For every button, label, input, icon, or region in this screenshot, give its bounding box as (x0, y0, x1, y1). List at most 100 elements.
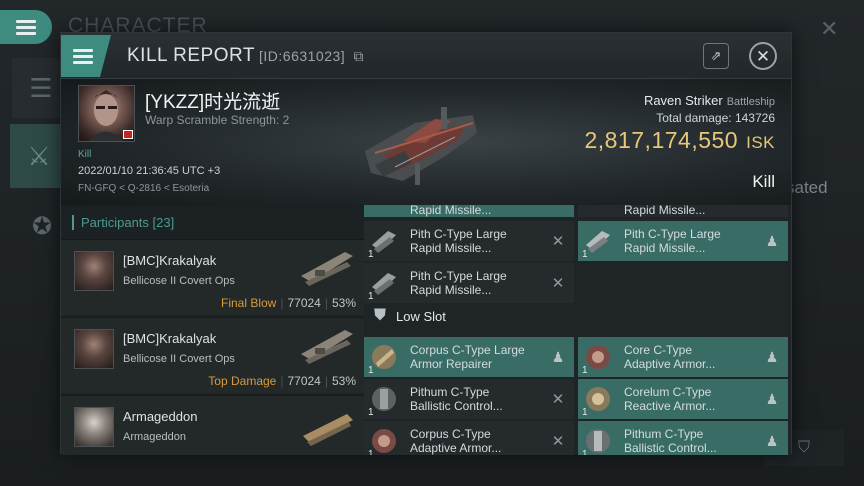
participant-percent: 53% (331, 296, 356, 310)
module-cell[interactable]: 1 Pithum C-Type Ballistic Control... ♟ (578, 421, 788, 455)
weapon-icon (303, 414, 353, 446)
module-cell[interactable]: 1 Corpus C-Type Large Armor Repairer ♟ (364, 337, 574, 377)
isk-unit: ISK (746, 133, 775, 152)
participant-avatar (74, 407, 114, 447)
low-slot-label: Low Slot (396, 308, 446, 324)
ballistic-control-icon: 1 (578, 421, 618, 455)
total-damage-label: Total damage: (656, 111, 732, 125)
close-button[interactable]: ✕ (749, 42, 777, 70)
weapon-icon (301, 330, 353, 364)
missile-launcher-icon: 1 (364, 263, 404, 303)
fitting-modules-panel: Rapid Missile... Rapid Missile... 1 Pith… (364, 205, 791, 455)
module-name: Pith C-Type Large Rapid Missile... (410, 227, 507, 255)
menu-icon (16, 17, 36, 38)
armor-repairer-icon: 1 (364, 337, 404, 377)
module-cell[interactable]: 1 Pithum C-Type Ballistic Control... ✕ (364, 379, 574, 419)
low-slot-shield-icon: ⛊ (374, 307, 387, 324)
participant-stats: Top Damage | 77024 | 53% (208, 374, 356, 388)
kill-report-menu-button[interactable] (61, 35, 111, 77)
isk-value: 2,817,174,550 ISK (501, 127, 775, 154)
module-quantity: 1 (368, 291, 374, 302)
dropped-person-icon: ♟ (765, 232, 779, 249)
module-cell[interactable]: Rapid Missile... (578, 205, 788, 217)
participant-stats: Final Blow | 77024 | 53% (220, 296, 356, 310)
participant-name: Armageddon (123, 409, 198, 424)
module-cell[interactable]: 1 Corelum C-Type Reactive Armor... ♟ (578, 379, 788, 419)
victim-ship[interactable]: Raven Striker Battleship (581, 93, 775, 108)
participant-ship: Bellicose II Covert Ops (123, 353, 235, 365)
dropped-person-icon: ♟ (765, 432, 779, 449)
dropped-person-icon: ♟ (551, 348, 565, 365)
low-slot-header: ⛊ Low Slot (374, 307, 446, 325)
module-name: Rapid Missile... (410, 205, 492, 217)
total-damage: Total damage: 143726 (581, 111, 775, 125)
total-damage-value: 143726 (734, 111, 775, 125)
participant-row[interactable]: Armageddon Armageddon (61, 395, 364, 455)
victim-ship-name: Raven Striker (643, 93, 723, 108)
module-cell[interactable]: 1 Corpus C-Type Adaptive Armor... ✕ (364, 421, 574, 455)
participant-avatar (74, 329, 114, 369)
background-close-icon[interactable]: ✕ (820, 16, 838, 42)
background-menu-button[interactable] (0, 10, 52, 44)
module-cell[interactable]: 1 Core C-Type Adaptive Armor... ♟ (578, 337, 788, 377)
participant-row[interactable]: [BMC]Krakalyak Bellicose II Covert Ops T… (61, 317, 364, 393)
module-quantity: 1 (582, 449, 588, 455)
background-star-badge-icon[interactable]: ✪ (18, 200, 66, 252)
external-link-icon[interactable]: ⇗ (703, 43, 729, 69)
participant-avatar (74, 251, 114, 291)
module-name: Corpus C-Type Adaptive Armor... (410, 427, 502, 455)
participants-panel: Participants [23] [BMC]Krakalyak Bellico… (61, 207, 364, 455)
destroyed-icon: ✕ (551, 391, 565, 408)
ship-render-icon (365, 107, 477, 185)
victim-ship-class: Battleship (726, 96, 775, 108)
module-name: Pithum C-Type Ballistic Control... (410, 385, 503, 413)
participant-name: [BMC]Krakalyak (123, 253, 217, 268)
module-cell[interactable]: 1 Pith C-Type Large Rapid Missile... ♟ (578, 221, 788, 261)
participant-role: Top Damage (208, 374, 277, 388)
adaptive-armor-icon: 1 (578, 337, 618, 377)
destroyed-icon: ✕ (551, 233, 565, 250)
isk-amount: 2,817,174,550 (584, 127, 739, 153)
missile-launcher-icon (364, 205, 404, 217)
background-partial-text: sated (786, 178, 828, 197)
module-quantity: 1 (582, 365, 588, 376)
window-title: KILL REPORT [ID:6631023] ⧉ (127, 45, 364, 67)
kill-result: Kill (752, 172, 775, 191)
participant-name: [BMC]Krakalyak (123, 331, 217, 346)
module-name: Rapid Missile... (624, 205, 706, 217)
copy-icon[interactable]: ⧉ (349, 48, 364, 64)
module-name: Corelum C-Type Reactive Armor... (624, 385, 716, 413)
kill-id: [ID:6631023] (259, 48, 346, 64)
window-title-text: KILL REPORT (127, 45, 255, 66)
module-cell[interactable]: 1 Pith C-Type Large Rapid Missile... ✕ (364, 221, 574, 261)
module-name: Core C-Type Adaptive Armor... (624, 343, 716, 371)
module-quantity: 1 (582, 407, 588, 418)
adaptive-armor-icon: 1 (364, 421, 404, 455)
module-name: Pithum C-Type Ballistic Control... (624, 427, 717, 455)
kill-banner: [YKZZ]时光流逝 Warp Scramble Strength: 2 Kil… (61, 79, 791, 205)
module-quantity: 1 (368, 449, 374, 455)
module-quantity: 1 (368, 249, 374, 260)
participant-row[interactable]: [BMC]Krakalyak Bellicose II Covert Ops F… (61, 239, 364, 315)
module-cell[interactable]: 1 Pith C-Type Large Rapid Missile... ✕ (364, 263, 574, 303)
kill-tag: Kill (78, 149, 92, 160)
menu-icon (73, 46, 93, 67)
participant-percent: 53% (331, 374, 356, 388)
destroyed-icon: ✕ (551, 433, 565, 450)
participants-header[interactable]: Participants [23] (72, 215, 174, 230)
module-name: Pith C-Type Large Rapid Missile... (410, 269, 507, 297)
window-header: KILL REPORT [ID:6631023] ⧉ ⇗ ✕ (61, 33, 791, 79)
warp-scramble-strength: Warp Scramble Strength: 2 (145, 113, 290, 127)
kill-location[interactable]: FN-GFQ < Q-2816 < Esoteria (78, 183, 209, 194)
victim-name[interactable]: [YKZZ]时光流逝 (145, 87, 280, 114)
reactive-armor-icon: 1 (578, 379, 618, 419)
weapon-icon (301, 252, 353, 286)
module-cell[interactable]: Rapid Missile... (364, 205, 574, 217)
kill-report-window: KILL REPORT [ID:6631023] ⧉ ⇗ ✕ [YKZZ]时光流逝… (60, 32, 792, 455)
module-name: Corpus C-Type Large Armor Repairer (410, 343, 525, 371)
participant-damage: 77024 (287, 374, 321, 388)
participant-role: Final Blow (220, 296, 277, 310)
dropped-person-icon: ♟ (765, 390, 779, 407)
module-quantity: 1 (582, 249, 588, 260)
destroyed-icon: ✕ (551, 275, 565, 292)
